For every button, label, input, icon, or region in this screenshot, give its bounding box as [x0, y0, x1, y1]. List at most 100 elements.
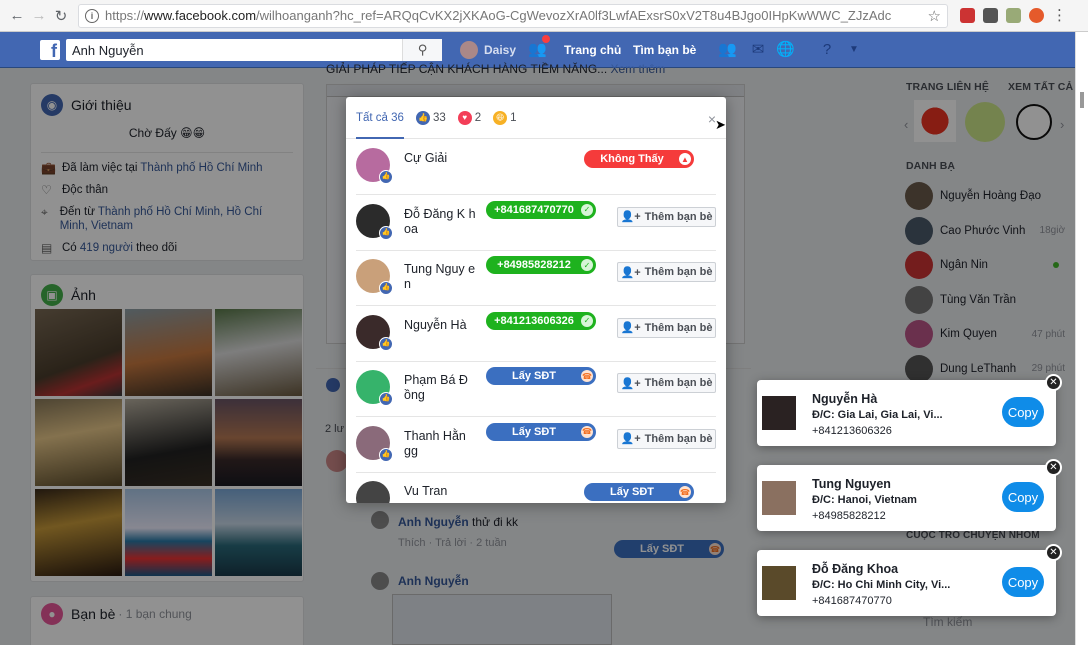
reactor-row: 👍 Đỗ Đăng K hoa +841687470770 ✓ 👤+ Thêm bạn b…	[356, 196, 716, 251]
profile-photo	[762, 396, 796, 430]
popup-address: Đ/C: Ho Chi Minh City, Vi...	[812, 579, 951, 591]
avatar[interactable]	[356, 481, 390, 503]
chevron-down-icon[interactable]: ▼	[845, 41, 863, 59]
screen: ← → ↻ i https://www.facebook.com/wilhoan…	[0, 0, 1088, 645]
add-friend-icon: 👤+	[620, 433, 641, 445]
like-badge-icon: 👍	[379, 447, 393, 462]
tab-haha[interactable]: 😆 1	[493, 110, 517, 125]
messenger-icon[interactable]: ✉	[749, 41, 767, 59]
address-bar[interactable]: i https://www.facebook.com/wilhoanganh?h…	[78, 3, 948, 28]
add-friend-button[interactable]: 👤+ Thêm bạn bè	[617, 262, 716, 282]
pill-label: +841213606326	[494, 314, 574, 327]
user-name: Daisy	[484, 43, 517, 57]
tab-all[interactable]: Tất cả 36	[356, 112, 404, 124]
reactor-name[interactable]: Cự Giải	[404, 151, 476, 166]
avatar	[460, 41, 478, 59]
home-link[interactable]: Trang chủ	[564, 43, 621, 57]
phone-number-badge[interactable]: +841687470770 ✓	[486, 200, 596, 219]
mouse-cursor-icon: ➤	[715, 117, 726, 132]
popup-name: Nguyễn Hà	[812, 392, 878, 406]
check-icon: ✓	[581, 314, 593, 327]
extension-icon[interactable]	[983, 8, 998, 23]
phone-number-badge[interactable]: +84985828212 ✓	[486, 256, 596, 274]
like-badge-icon: 👍	[379, 170, 393, 184]
reactor-row: 👍 Tung Nguy en +84985828212 ✓ 👤+ Thêm bạn bè	[356, 251, 716, 306]
friend-requests-icon[interactable]: 👥	[528, 41, 547, 59]
add-friend-icon: 👤+	[620, 211, 641, 223]
extension-icon[interactable]	[1029, 8, 1044, 23]
close-icon[interactable]: ✕	[1045, 544, 1062, 561]
popup-name: Đỗ Đăng Khoa	[812, 562, 899, 576]
reload-icon[interactable]: ↻	[50, 5, 72, 27]
phone-number-badge[interactable]: +841213606326 ✓	[486, 311, 596, 330]
popup-address: Đ/C: Hanoi, Vietnam	[812, 494, 917, 506]
reactor-name[interactable]: Vu Tran	[404, 484, 476, 499]
add-friend-button[interactable]: 👤+ Thêm bạn bè	[617, 373, 716, 393]
haha-icon: 😆	[493, 110, 508, 125]
profile-link[interactable]: Daisy	[460, 41, 516, 59]
love-count: 2	[474, 111, 482, 124]
get-phone-button[interactable]: Lấy SĐT ☎	[486, 367, 596, 385]
friends-icon[interactable]: 👥	[718, 41, 737, 59]
haha-count: 1	[510, 111, 517, 124]
back-icon[interactable]: ←	[6, 5, 28, 27]
star-icon[interactable]: ☆	[928, 7, 941, 25]
extension-icon[interactable]	[960, 8, 975, 23]
reactor-row: 👍Vu TranLấy SĐT☎	[356, 473, 716, 503]
extension-icon[interactable]	[1006, 8, 1021, 23]
pill-label: Lấy SĐT	[609, 486, 654, 498]
reactor-row: 👍 Nguyễn Hà +841213606326 ✓ 👤+ Thêm bạn bè	[356, 307, 716, 362]
tab-like[interactable]: 👍 33	[415, 110, 446, 125]
reactor-name[interactable]: Tung Nguy en	[404, 262, 476, 292]
find-friends-link[interactable]: Tìm bạn bè	[633, 43, 696, 57]
close-icon[interactable]: ✕	[1045, 374, 1062, 391]
contact-info-popup: Nguyễn Hà Đ/C: Gia Lai, Gia Lai, Vi... +84…	[757, 374, 1062, 446]
copy-button[interactable]: Copy	[1002, 482, 1044, 512]
close-icon[interactable]: ✕	[1045, 459, 1062, 476]
like-count: 33	[432, 111, 446, 124]
tab-love[interactable]: ♥ 2	[457, 110, 482, 125]
reactor-name[interactable]: Thanh Hằn gg	[404, 429, 476, 459]
help-icon[interactable]: ?	[818, 41, 836, 59]
reactor-row: 👍 Thanh Hằn gg Lấy SĐT ☎ 👤+ Thêm bạn bè	[356, 418, 716, 473]
phone-icon: ☎	[581, 370, 593, 382]
get-phone-button[interactable]: Lấy SĐT ☎	[584, 483, 694, 501]
search-input[interactable]: Anh Nguyễn ⚲	[66, 39, 442, 61]
copy-button[interactable]: Copy	[1002, 397, 1044, 427]
reactor-name[interactable]: Nguyễn Hà	[404, 318, 476, 333]
reactor-name[interactable]: Đỗ Đăng K hoa	[404, 207, 476, 237]
menu-dots-icon[interactable]: ⋮	[1052, 8, 1067, 23]
extensions: ⋮	[960, 8, 1067, 23]
pill-label: Lấy SĐT	[511, 370, 556, 382]
phone-icon: ☎	[679, 486, 691, 498]
like-icon: 👍	[415, 110, 430, 125]
add-friend-button[interactable]: 👤+ Thêm bạn bè	[617, 428, 716, 449]
search-icon[interactable]: ⚲	[402, 39, 442, 61]
copy-button[interactable]: Copy	[1002, 567, 1044, 597]
facebook-logo-icon[interactable]: f	[40, 40, 60, 61]
get-phone-button[interactable]: Lấy SĐT ☎	[486, 422, 596, 441]
forward-icon[interactable]: →	[28, 5, 50, 27]
add-friend-button[interactable]: 👤+ Thêm bạn bè	[617, 317, 716, 338]
contact-info-popup: Tung Nguyen Đ/C: Hanoi, Vietnam +849858282…	[757, 459, 1062, 531]
add-friend-button[interactable]: 👤+ Thêm bạn bè	[617, 206, 716, 227]
info-icon[interactable]: i	[85, 8, 99, 23]
scrollbar-thumb[interactable]	[1080, 92, 1084, 108]
add-friend-icon: 👤+	[620, 266, 641, 279]
scrollbar[interactable]	[1075, 32, 1088, 645]
add-friend-label: Thêm bạn bè	[644, 432, 713, 445]
add-friend-label: Thêm bạn bè	[644, 321, 713, 334]
popup-phone: +841213606326	[812, 425, 892, 437]
active-tab-indicator	[356, 137, 404, 139]
add-friend-icon: 👤+	[620, 322, 641, 334]
reactions-dialog: Tất cả 36 👍 33 ♥ 2 😆 1 × 👍 Cự Giải Không Thấy…	[346, 97, 726, 503]
tab-all-label: Tất cả 36	[356, 111, 404, 124]
like-badge-icon: 👍	[379, 225, 393, 240]
check-icon: ✓	[581, 203, 593, 216]
reactor-name[interactable]: Phạm Bá Đ ồng	[404, 373, 476, 403]
warning-icon: ▲	[679, 153, 691, 165]
heart-icon: ♥	[457, 110, 472, 125]
browser-toolbar: ← → ↻ i https://www.facebook.com/wilhoan…	[0, 0, 1088, 32]
phone-number-badge[interactable]: Không Thấy ▲	[584, 150, 694, 168]
notifications-icon[interactable]: 🌐	[776, 41, 795, 59]
